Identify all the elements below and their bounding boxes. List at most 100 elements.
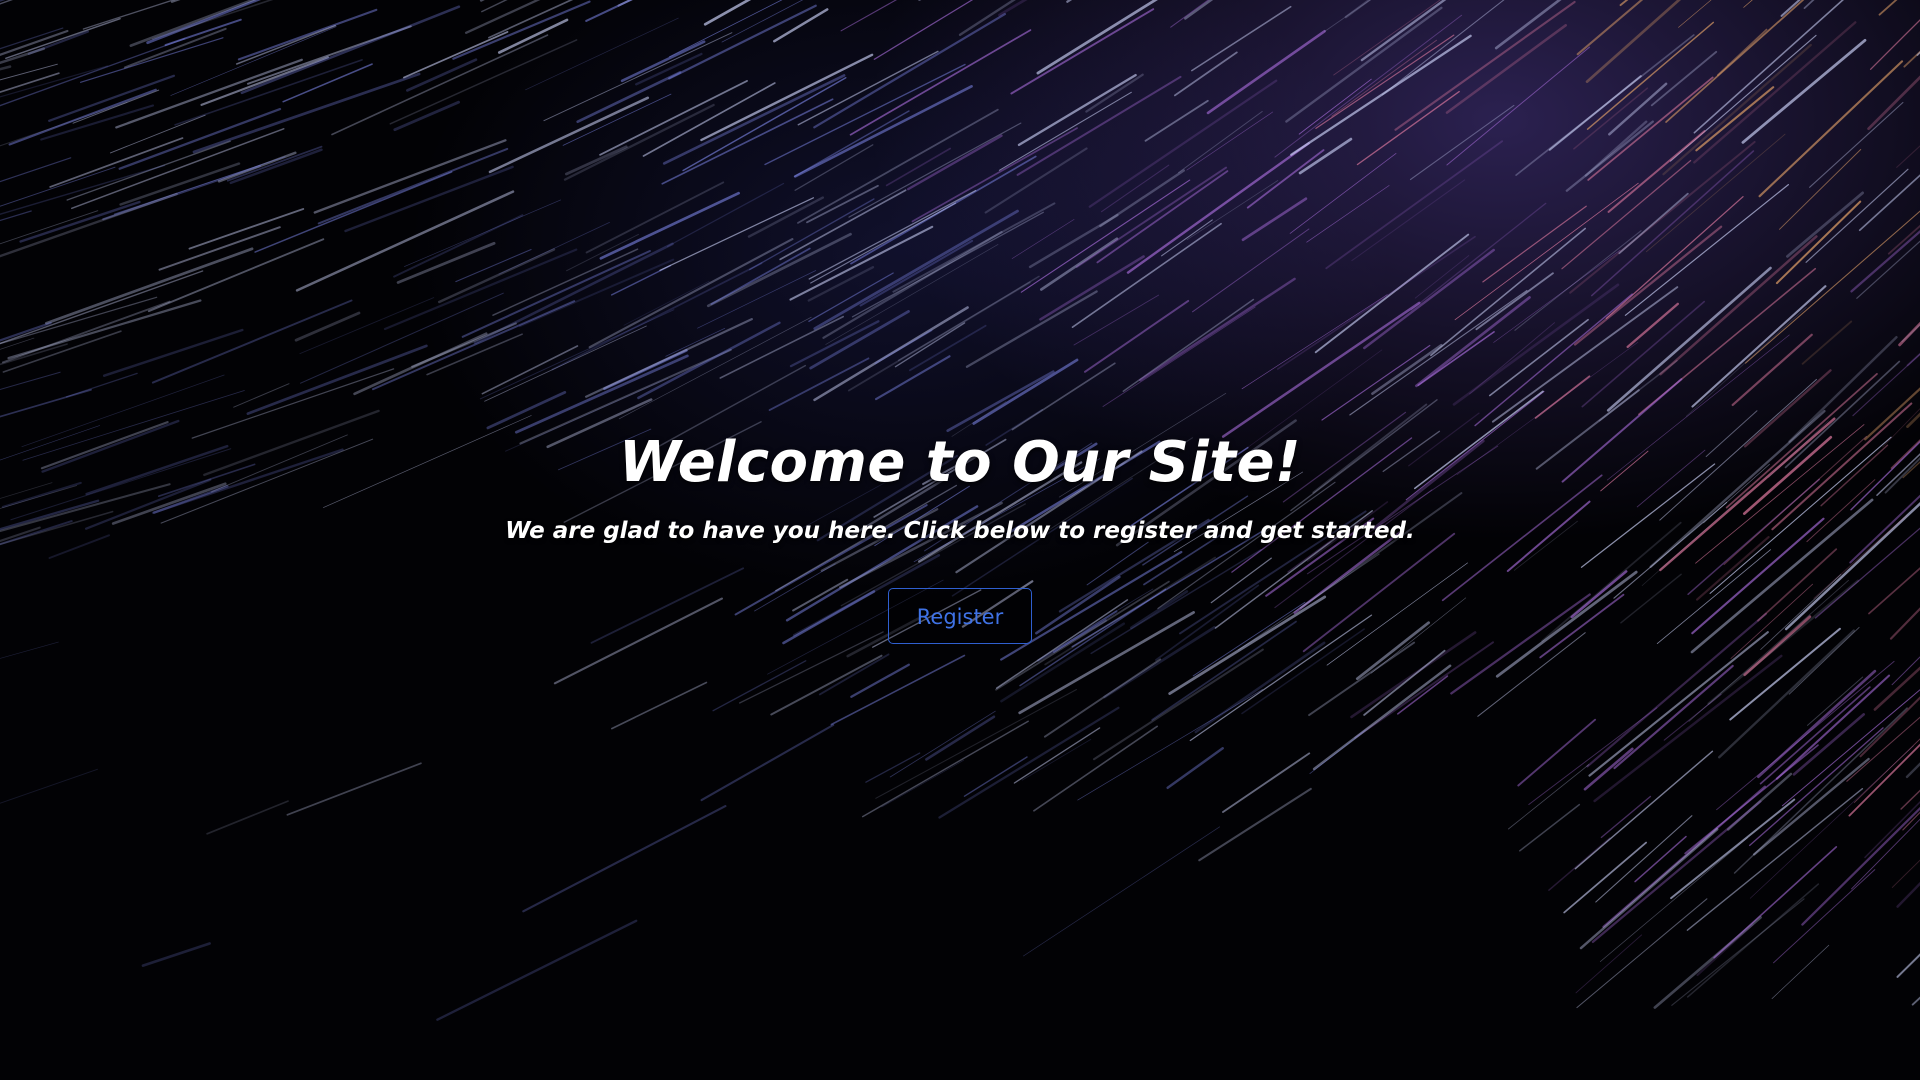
light-streak xyxy=(972,358,1079,425)
light-streak xyxy=(1801,806,1920,926)
light-streak xyxy=(963,756,1028,797)
light-streak xyxy=(847,281,1031,392)
light-streak xyxy=(1198,787,1312,862)
hero-title: Welcome to Our Site! xyxy=(619,430,1301,495)
light-streak xyxy=(1039,237,1119,291)
light-streak xyxy=(1166,747,1224,790)
light-streak xyxy=(1356,90,1460,166)
light-streak xyxy=(907,134,1003,191)
light-streak xyxy=(1678,0,1712,28)
hero-subtitle: We are glad to have you here. Click belo… xyxy=(505,518,1415,544)
light-streak xyxy=(585,181,725,254)
light-streak xyxy=(1665,0,1805,123)
light-streak xyxy=(1561,159,1692,270)
light-streak xyxy=(875,688,1078,799)
light-streak xyxy=(700,723,835,802)
light-streak xyxy=(1534,375,1591,419)
light-streak xyxy=(1222,752,1311,813)
light-streak xyxy=(233,383,290,408)
light-streak xyxy=(1517,718,1597,787)
light-streak xyxy=(0,0,6,2)
light-streak xyxy=(436,919,638,1021)
light-streak xyxy=(522,805,727,913)
light-streak xyxy=(1595,815,1693,903)
light-streak xyxy=(1618,192,1689,255)
light-streak xyxy=(889,710,996,778)
light-streak xyxy=(1686,788,1864,931)
light-streak xyxy=(1588,631,1769,777)
light-streak xyxy=(1519,803,1581,852)
light-streak xyxy=(599,191,740,260)
light-streak xyxy=(1741,38,1867,144)
light-streak xyxy=(965,290,1098,368)
light-streak xyxy=(254,171,453,253)
light-streak xyxy=(170,0,181,3)
light-streak xyxy=(1011,362,1116,431)
light-streak xyxy=(0,29,69,56)
light-streak xyxy=(808,272,894,322)
light-streak xyxy=(1713,846,1838,959)
light-streak xyxy=(840,0,898,32)
register-button[interactable]: Register xyxy=(888,588,1032,644)
light-streak xyxy=(998,91,1132,171)
light-streak xyxy=(1414,255,1470,299)
light-streak xyxy=(1780,0,1801,17)
light-streak xyxy=(1801,320,1853,365)
light-streak xyxy=(481,345,579,395)
light-streak xyxy=(1170,0,1210,28)
light-streak xyxy=(1693,21,1857,164)
light-streak xyxy=(1351,179,1466,262)
light-streak xyxy=(44,247,254,325)
light-streak xyxy=(859,239,974,307)
light-streak xyxy=(206,800,289,835)
light-streak xyxy=(237,8,378,61)
light-streak xyxy=(1586,21,1715,130)
light-streak xyxy=(174,59,363,126)
light-streak xyxy=(1191,5,1292,72)
light-streak xyxy=(1805,168,1909,263)
light-streak xyxy=(585,0,633,22)
light-streak xyxy=(1696,923,1754,977)
light-streak xyxy=(79,37,224,83)
light-streak xyxy=(1758,60,1904,198)
light-streak xyxy=(461,249,651,338)
light-streak xyxy=(1017,73,1137,147)
light-streak xyxy=(0,296,158,345)
light-streak xyxy=(851,211,1044,318)
light-streak xyxy=(1144,99,1209,142)
light-streak xyxy=(565,145,628,176)
light-streak xyxy=(0,641,59,659)
light-streak xyxy=(389,39,578,125)
light-streak xyxy=(623,280,710,326)
light-streak xyxy=(1626,302,1679,349)
light-streak xyxy=(770,654,883,716)
light-streak xyxy=(1077,689,1263,801)
light-streak xyxy=(861,720,1029,818)
light-streak xyxy=(1409,104,1515,181)
light-streak xyxy=(1085,73,1144,113)
light-streak xyxy=(372,300,576,391)
light-streak xyxy=(1906,352,1920,367)
light-streak xyxy=(1662,43,1812,176)
light-streak xyxy=(0,0,37,27)
light-streak xyxy=(1488,318,1589,397)
light-streak xyxy=(551,262,763,371)
light-streak xyxy=(1608,82,1668,136)
light-streak xyxy=(0,388,92,418)
light-streak xyxy=(1773,869,1876,964)
light-streak xyxy=(1016,75,1182,176)
light-streak xyxy=(344,165,514,233)
light-streak xyxy=(1186,111,1274,171)
light-streak xyxy=(1671,898,1805,1006)
light-streak xyxy=(1686,883,1820,998)
light-streak xyxy=(1600,795,1652,839)
light-streak xyxy=(1475,272,1554,331)
light-streak xyxy=(1494,0,1562,50)
light-streak xyxy=(662,74,846,165)
light-streak xyxy=(226,145,323,182)
light-streak xyxy=(146,0,261,45)
light-streak xyxy=(875,355,951,401)
light-streak xyxy=(1576,0,1644,56)
light-streak xyxy=(1371,343,1443,395)
light-streak xyxy=(1066,0,1073,3)
